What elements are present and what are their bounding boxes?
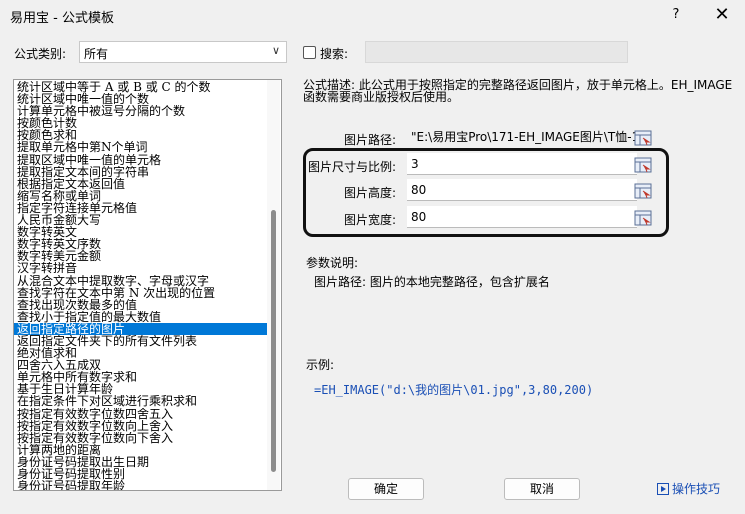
function-list-item[interactable]: 单元格中所有数字求和 <box>14 371 268 383</box>
function-list-item[interactable]: 数字转英文 <box>14 226 268 238</box>
function-list-item[interactable]: 按指定有效数字位数四舍五入 <box>14 408 268 420</box>
function-list-item[interactable]: 计算单元格中被逗号分隔的个数 <box>14 105 268 117</box>
search-checkbox[interactable] <box>303 46 316 59</box>
help-button[interactable]: ? <box>664 4 688 26</box>
function-list-item[interactable]: 从混合文本中提取数字、字母或汉字 <box>14 275 268 287</box>
image-path-label: 图片路径: <box>343 133 396 147</box>
search-input[interactable] <box>365 41 628 63</box>
function-list-item[interactable]: 四舍六入五成双 <box>14 359 268 371</box>
function-list-item[interactable]: 人民币金额大写 <box>14 214 268 226</box>
title-bar: 易用宝 - 公式模板 ? ✕ <box>0 0 745 30</box>
tips-label: 操作技巧 <box>672 482 721 496</box>
image-path-input[interactable]: "E:\易用宝Pro\171-EH_IMAGE图片\T恤-1. <box>407 126 637 148</box>
scrollbar-thumb[interactable] <box>271 210 276 472</box>
function-list-item[interactable]: 身份证号码提取性别 <box>14 468 268 480</box>
function-list-item[interactable]: 统计区域中等于 A 或 B 或 C 的个数 <box>14 81 268 93</box>
function-list-item[interactable]: 在指定条件下对区域进行乘积求和 <box>14 395 268 407</box>
function-list-item[interactable]: 查找小于指定值的最大数值 <box>14 311 268 323</box>
function-list-item[interactable]: 按指定有效数字位数向下舍入 <box>14 432 268 444</box>
function-list[interactable]: 统计区域中等于 A 或 B 或 C 的个数 统计区域中唯一值的个数 计算单元格中被逗… <box>13 79 282 491</box>
function-list-item[interactable]: 按颜色求和 <box>14 129 268 141</box>
function-list-item[interactable]: 绝对值求和 <box>14 347 268 359</box>
category-select[interactable]: 所有 ∨ <box>79 41 287 63</box>
function-list-item[interactable]: 提取指定文本间的字符串 <box>14 166 268 178</box>
function-list-item[interactable]: 计算两地的距离 <box>14 444 268 456</box>
search-label: 搜索: <box>320 47 349 61</box>
function-list-item[interactable]: 身份证号码提取出生日期 <box>14 456 268 468</box>
function-list-item[interactable]: 根据指定文本返回值 <box>14 178 268 190</box>
close-button[interactable]: ✕ <box>708 3 736 27</box>
function-list-item[interactable]: 指定字符连接单元格值 <box>14 202 268 214</box>
ok-button[interactable]: 确定 <box>348 478 424 500</box>
category-value: 所有 <box>84 47 109 61</box>
function-list-item[interactable]: 查找出现次数最多的值 <box>14 299 268 311</box>
function-list-item[interactable]: 汉字转拼音 <box>14 262 268 274</box>
function-list-item[interactable]: 数字转美元金额 <box>14 250 268 262</box>
formula-description: 公式描述: 此公式用于按照指定的完整路径返回图片，放于单元格上。EH_IMAGE… <box>303 78 733 104</box>
tips-link[interactable]: 操作技巧 <box>657 480 720 497</box>
category-label: 公式类别: <box>14 47 67 61</box>
window-title: 易用宝 - 公式模板 <box>10 11 114 26</box>
function-list-item[interactable]: 返回指定路径的图片 <box>14 322 268 335</box>
function-list-item[interactable]: 身份证号码提取年龄 <box>14 480 268 490</box>
param-help-title: 参数说明: <box>306 256 359 270</box>
function-list-item[interactable]: 按指定有效数字位数向上舍入 <box>14 420 268 432</box>
function-list-item[interactable]: 返回指定文件夹下的所有文件列表 <box>14 335 268 347</box>
play-icon <box>657 483 669 495</box>
list-scrollbar[interactable] <box>267 80 280 490</box>
function-items: 统计区域中等于 A 或 B 或 C 的个数 统计区域中唯一值的个数 计算单元格中被逗… <box>14 81 268 490</box>
range-select-icon[interactable] <box>634 130 652 146</box>
function-list-item[interactable]: 按颜色计数 <box>14 117 268 129</box>
param-help-text: 图片路径: 图片的本地完整路径，包含扩展名 <box>314 275 550 289</box>
example-code: =EH_IMAGE("d:\我的图片\01.jpg",3,80,200) <box>314 383 594 397</box>
function-list-item[interactable]: 查找字符在文本中第 N 次出现的位置 <box>14 287 268 299</box>
function-list-item[interactable]: 基于生日计算年龄 <box>14 383 268 395</box>
function-list-item[interactable]: 提取区域中唯一值的单元格 <box>14 154 268 166</box>
function-list-item[interactable]: 缩写名称或单词 <box>14 190 268 202</box>
chevron-down-icon: ∨ <box>271 44 280 57</box>
function-list-item[interactable]: 提取单元格中第N个单词 <box>14 141 268 153</box>
example-title: 示例: <box>306 358 335 372</box>
cancel-button[interactable]: 取消 <box>504 478 580 500</box>
highlight-annotation <box>303 148 669 237</box>
function-list-item[interactable]: 数字转英文序数 <box>14 238 268 250</box>
function-list-item[interactable]: 统计区域中唯一值的个数 <box>14 93 268 105</box>
